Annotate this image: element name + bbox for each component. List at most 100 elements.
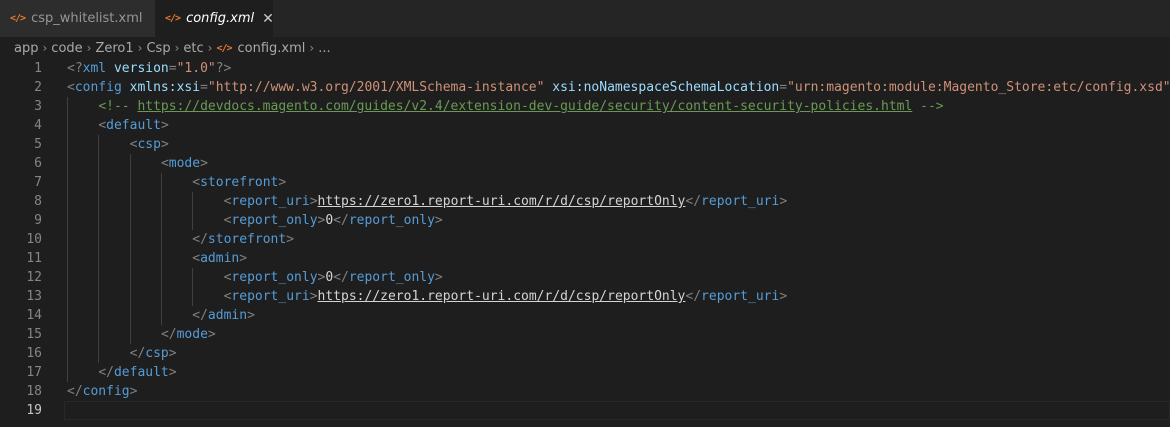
token-punct: </ bbox=[67, 384, 83, 399]
indent-guide bbox=[98, 211, 100, 230]
indent-guide bbox=[160, 230, 162, 249]
token-tag: config bbox=[74, 80, 122, 95]
indent-guide bbox=[67, 97, 68, 116]
token-attr: version bbox=[113, 61, 169, 76]
indent-guide bbox=[160, 173, 162, 192]
token-punct: > bbox=[168, 346, 177, 361]
code-text: <!-- https://devdocs.magento.com/guides/… bbox=[98, 97, 943, 116]
code-line[interactable]: 14 </admin> bbox=[0, 306, 1170, 325]
indent-guide bbox=[98, 344, 100, 363]
code-line[interactable]: 2 <config xmlns:xsi="http://www.w3.org/20… bbox=[0, 78, 1170, 97]
code-line[interactable]: 6 <mode> bbox=[0, 154, 1170, 173]
code-line[interactable]: 10 </storefront> bbox=[0, 230, 1170, 249]
breadcrumb-file-label: config.xml bbox=[237, 40, 306, 56]
indent-guide bbox=[160, 211, 162, 230]
code-editor[interactable]: 1 <?xml version="1.0"?> 2 <config xmlns:xsi… bbox=[0, 59, 1170, 427]
code-line[interactable]: 4 <default> bbox=[0, 116, 1170, 135]
token-tag: config bbox=[82, 384, 130, 399]
code-line[interactable]: 5 <csp> bbox=[0, 135, 1170, 154]
xml-file-icon: </> bbox=[10, 13, 26, 24]
code-text: </default> bbox=[98, 363, 176, 382]
indent-guide bbox=[98, 173, 100, 192]
code-line[interactable]: 13 <report_uri>https://zero1.report-uri.c… bbox=[0, 287, 1170, 306]
code-line[interactable]: 8 <report_uri>https://zero1.report-uri.co… bbox=[0, 192, 1170, 211]
tab-label: csp_whitelist.xml bbox=[31, 11, 143, 26]
tab-config[interactable]: </> config.xml ✕ bbox=[155, 0, 274, 37]
indent-guide bbox=[98, 249, 100, 268]
line-number: 10 bbox=[26, 232, 42, 247]
token-val: "http://www.w3.org/2001/XMLSchema-instan… bbox=[207, 80, 545, 95]
token-comment: --> bbox=[912, 99, 944, 114]
line-number: 8 bbox=[34, 194, 42, 209]
indent-guide bbox=[160, 306, 162, 325]
indent-guide bbox=[129, 230, 131, 249]
token-punct: > bbox=[207, 327, 216, 342]
token-attr: xmlns:xsi bbox=[129, 80, 201, 95]
code-line[interactable]: 11 <admin> bbox=[0, 249, 1170, 268]
indent-guide bbox=[129, 192, 131, 211]
token-tag: storefront bbox=[207, 232, 287, 247]
token-punct: > bbox=[434, 270, 443, 285]
code-text: </mode> bbox=[161, 325, 216, 344]
line-number: 6 bbox=[34, 156, 42, 171]
code-line[interactable]: 9 <report_only>0</report_only> bbox=[0, 211, 1170, 230]
indent-guide bbox=[67, 192, 68, 211]
code-line[interactable]: 16 </csp> bbox=[0, 344, 1170, 363]
line-number: 14 bbox=[26, 308, 42, 323]
token-tag: csp bbox=[137, 137, 161, 152]
code-line[interactable]: 1 <?xml version="1.0"?> bbox=[0, 59, 1170, 78]
token-tag: admin bbox=[207, 308, 248, 323]
indent-guide bbox=[192, 268, 194, 287]
line-number: 15 bbox=[26, 327, 42, 342]
code-link[interactable]: https://zero1.report-uri.com/r/d/csp/rep… bbox=[318, 289, 686, 304]
token-punct: > bbox=[247, 308, 255, 323]
indent-guide bbox=[67, 287, 68, 306]
breadcrumb-symbols[interactable]: ... bbox=[318, 41, 330, 56]
token-punct: > bbox=[779, 194, 788, 209]
breadcrumb-file[interactable]: </> config.xml bbox=[216, 41, 305, 56]
token-punct: > bbox=[239, 251, 248, 266]
indent-guide bbox=[67, 363, 68, 382]
code-line[interactable]: 15 </mode> bbox=[0, 325, 1170, 344]
code-line[interactable]: 3 <!-- https://devdocs.magento.com/guides… bbox=[0, 97, 1170, 116]
line-number: 4 bbox=[34, 118, 42, 133]
tab-csp-whitelist[interactable]: </> csp_whitelist.xml bbox=[0, 0, 155, 37]
code-text: </storefront> bbox=[192, 230, 294, 249]
indent-guide bbox=[129, 154, 131, 173]
line-number: 9 bbox=[34, 213, 42, 228]
code-line[interactable]: 18 </config> bbox=[0, 382, 1170, 401]
indent-guide bbox=[67, 230, 68, 249]
breadcrumb-etc[interactable]: etc bbox=[183, 41, 203, 56]
code-line[interactable]: 12 <report_only>0</report_only> bbox=[0, 268, 1170, 287]
code-link[interactable]: https://zero1.report-uri.com/r/d/csp/rep… bbox=[318, 194, 686, 209]
code-text: <?xml version="1.0"?> bbox=[67, 59, 231, 78]
indent-guide bbox=[129, 249, 131, 268]
token-punct: > bbox=[129, 384, 138, 399]
comment-link[interactable]: https://devdocs.magento.com/guides/v2.4/… bbox=[137, 99, 912, 114]
breadcrumb-zero1[interactable]: Zero1 bbox=[95, 41, 133, 56]
token-pi: <? bbox=[67, 61, 83, 76]
token-punct: > bbox=[309, 194, 318, 209]
code-text: <default> bbox=[98, 116, 168, 135]
indent-guide bbox=[192, 192, 194, 211]
indent-guide bbox=[98, 268, 100, 287]
indent-guide bbox=[129, 306, 131, 325]
token-tag: xml bbox=[82, 61, 107, 76]
code-text: <mode> bbox=[161, 154, 208, 173]
code-line[interactable]: 19 bbox=[0, 401, 1170, 420]
breadcrumb-app[interactable]: app bbox=[14, 41, 38, 56]
chevron-right-icon: › bbox=[207, 41, 213, 55]
token-tag: report_uri bbox=[231, 289, 310, 304]
code-line[interactable]: 17 </default> bbox=[0, 363, 1170, 382]
token-punct: < bbox=[98, 118, 107, 133]
close-icon[interactable]: ✕ bbox=[262, 11, 274, 27]
indent-guide bbox=[129, 173, 131, 192]
breadcrumb-csp[interactable]: Csp bbox=[146, 41, 170, 56]
line-number: 16 bbox=[26, 346, 42, 361]
token-punct: > bbox=[434, 213, 443, 228]
code-line[interactable]: 7 <storefront> bbox=[0, 173, 1170, 192]
token-tag: report_uri bbox=[231, 194, 310, 209]
code-text: </csp> bbox=[130, 344, 177, 363]
breadcrumb-code[interactable]: code bbox=[51, 41, 82, 56]
token-punct: </ bbox=[98, 365, 114, 380]
